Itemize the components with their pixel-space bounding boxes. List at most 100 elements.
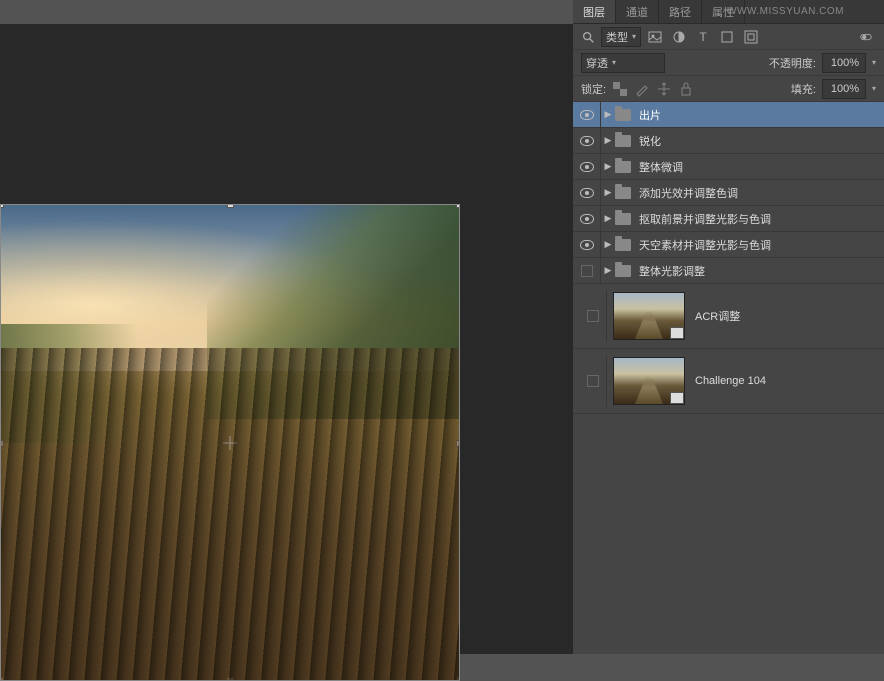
handle-top-left[interactable] [0, 204, 4, 208]
eye-icon [580, 162, 594, 172]
lock-label: 锁定: [581, 81, 606, 97]
smartobj-badge-icon [670, 327, 684, 339]
visibility-toggle[interactable] [579, 355, 607, 407]
lock-all-icon[interactable] [678, 81, 694, 97]
canvas-image[interactable] [0, 204, 460, 681]
folder-icon [615, 265, 631, 277]
search-icon[interactable] [581, 30, 595, 44]
smartobj-badge-icon [670, 392, 684, 404]
folder-icon [615, 109, 631, 121]
disclosure-triangle[interactable]: ▶ [601, 109, 615, 120]
layer-group-row[interactable]: ▶ 锐化 [573, 128, 884, 154]
eye-icon [580, 110, 594, 120]
visibility-toggle[interactable] [573, 154, 601, 179]
blend-row: 穿透 ▾ 不透明度: 100% ▾ [573, 50, 884, 76]
layer-group-row[interactable]: ▶ 添加光效并调整色调 [573, 180, 884, 206]
chevron-down-icon[interactable]: ▾ [872, 84, 876, 93]
fill-label: 填充: [791, 81, 816, 97]
watermark-text: WWW.MISSYUAN.COM [727, 6, 844, 17]
lock-position-icon[interactable] [656, 81, 672, 97]
visibility-toggle[interactable] [573, 180, 601, 205]
layer-group-row[interactable]: ▶ 出片 [573, 102, 884, 128]
layer-name[interactable]: Challenge 104 [695, 375, 766, 387]
visibility-toggle[interactable] [573, 258, 601, 283]
filter-toggle-icon[interactable] [856, 28, 876, 46]
filter-type-label: 类型 [606, 29, 628, 45]
layer-name[interactable]: 天空素材并调整光影与色调 [637, 237, 878, 253]
handle-middle-right[interactable] [456, 440, 460, 447]
disclosure-triangle[interactable]: ▶ [601, 187, 615, 198]
lock-transparency-icon[interactable] [612, 81, 628, 97]
filter-shape-icon[interactable] [719, 29, 735, 45]
opacity-value-box[interactable]: 100% [822, 53, 866, 73]
chevron-down-icon: ▾ [612, 58, 616, 67]
visibility-empty [587, 375, 599, 387]
folder-icon [615, 187, 631, 199]
eye-icon [580, 188, 594, 198]
layer-name[interactable]: 添加光效并调整色调 [637, 185, 878, 201]
disclosure-triangle[interactable]: ▶ [601, 213, 615, 224]
layer-name[interactable]: ACR调整 [695, 308, 740, 324]
layer-image-row[interactable]: Challenge 104 [573, 349, 884, 414]
layer-name[interactable]: 抠取前景并调整光影与色调 [637, 211, 878, 227]
visibility-toggle[interactable] [579, 290, 607, 342]
folder-icon [615, 239, 631, 251]
visibility-toggle[interactable] [573, 128, 601, 153]
layer-name[interactable]: 出片 [637, 107, 878, 123]
eye-icon [580, 240, 594, 250]
handle-bottom-right[interactable] [456, 677, 460, 681]
visibility-toggle[interactable] [573, 232, 601, 257]
lock-row: 锁定: 填充: 100% ▾ [573, 76, 884, 102]
layer-group-row[interactable]: ▶ 整体微调 [573, 154, 884, 180]
disclosure-triangle[interactable]: ▶ [601, 239, 615, 250]
svg-text:T: T [699, 30, 707, 44]
layers-panel: 图层 通道 路径 属性 WWW.MISSYUAN.COM 类型 ▾ T 穿透 ▾… [573, 0, 884, 654]
transform-center[interactable] [223, 436, 237, 450]
disclosure-triangle[interactable]: ▶ [601, 135, 615, 146]
filter-type-icon[interactable]: T [695, 29, 711, 45]
layer-group-row[interactable]: ▶ 天空素材并调整光影与色调 [573, 232, 884, 258]
disclosure-triangle[interactable]: ▶ [601, 265, 615, 276]
fill-value-box[interactable]: 100% [822, 79, 866, 99]
folder-icon [615, 213, 631, 225]
folder-icon [615, 135, 631, 147]
canvas-trees-right [207, 205, 459, 419]
layer-image-row[interactable]: ACR调整 [573, 284, 884, 349]
handle-bottom-left[interactable] [0, 677, 4, 681]
handle-bottom-center[interactable] [227, 677, 234, 681]
layer-name[interactable]: 整体光影调整 [637, 263, 878, 279]
layer-group-row[interactable]: ▶ 整体光影调整 [573, 258, 884, 284]
opacity-value: 100% [831, 57, 859, 69]
filter-row: 类型 ▾ T [573, 24, 884, 50]
visibility-toggle[interactable] [573, 206, 601, 231]
panel-tabs: 图层 通道 路径 属性 WWW.MISSYUAN.COM [573, 0, 884, 24]
chevron-down-icon[interactable]: ▾ [872, 58, 876, 67]
blend-mode-dropdown[interactable]: 穿透 ▾ [581, 53, 665, 73]
eye-icon [580, 136, 594, 146]
layers-list[interactable]: ▶ 出片 ▶ 锐化 ▶ 整体微调 ▶ 添加光效并调整色调 ▶ 抠取前景并调整光影… [573, 102, 884, 654]
layer-name[interactable]: 锐化 [637, 133, 878, 149]
visibility-empty [581, 265, 593, 277]
fill-value: 100% [831, 83, 859, 95]
lock-pixels-icon[interactable] [634, 81, 650, 97]
tab-channels[interactable]: 通道 [616, 0, 659, 23]
layer-thumbnail[interactable] [613, 357, 685, 405]
filter-adjustment-icon[interactable] [671, 29, 687, 45]
layer-group-row[interactable]: ▶ 抠取前景并调整光影与色调 [573, 206, 884, 232]
layer-thumbnail[interactable] [613, 292, 685, 340]
filter-type-dropdown[interactable]: 类型 ▾ [601, 27, 641, 47]
filter-pixel-icon[interactable] [647, 29, 663, 45]
chevron-down-icon: ▾ [632, 32, 636, 41]
canvas-area[interactable] [0, 24, 573, 654]
visibility-toggle[interactable] [573, 102, 601, 127]
handle-middle-left[interactable] [0, 440, 4, 447]
filter-smartobj-icon[interactable] [743, 29, 759, 45]
layer-name[interactable]: 整体微调 [637, 159, 878, 175]
disclosure-triangle[interactable]: ▶ [601, 161, 615, 172]
eye-icon [580, 214, 594, 224]
canvas-trees-left [1, 324, 138, 443]
opacity-label: 不透明度: [769, 55, 816, 71]
tab-paths[interactable]: 路径 [659, 0, 702, 23]
visibility-empty [587, 310, 599, 322]
tab-layers[interactable]: 图层 [573, 0, 616, 23]
